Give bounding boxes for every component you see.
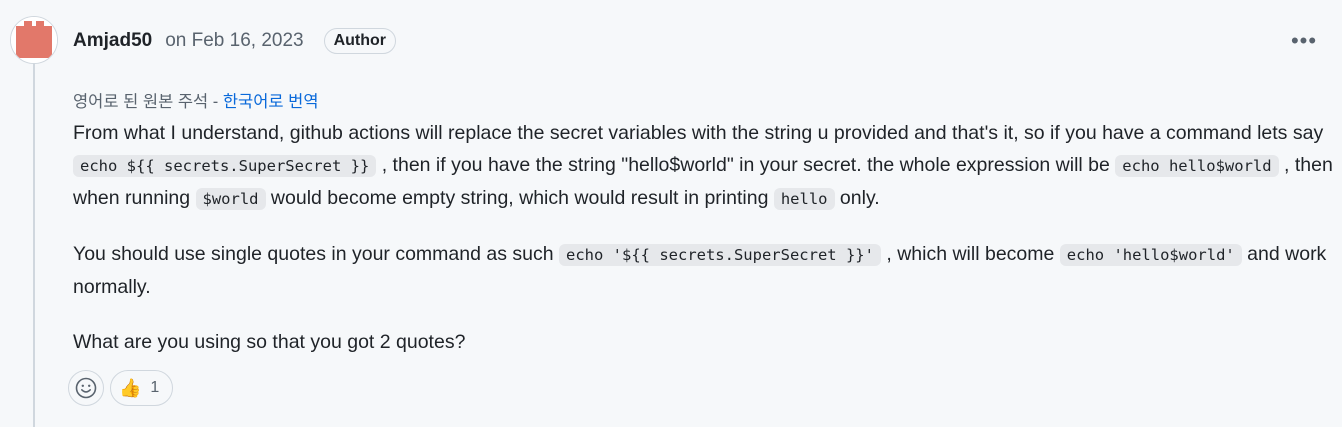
translate-link[interactable]: 한국어로 번역 — [223, 93, 319, 111]
p1-text-5: only. — [834, 187, 880, 209]
p1-code-4: hello — [773, 188, 835, 210]
p2-text-1: You should use single quotes in your com… — [73, 243, 559, 265]
translation-notice: 영어로 된 원본 주석 - 한국어로 번역 — [73, 90, 1335, 114]
paragraph-3: What are you using so that you got 2 quo… — [73, 326, 1335, 358]
timestamp[interactable]: on Feb 16, 2023 — [165, 30, 303, 52]
comment-header: Amjad50 on Feb 16, 2023 Author ••• — [73, 26, 1322, 56]
smiley-icon — [75, 377, 97, 399]
p2-text-2: , which will become — [880, 243, 1060, 265]
p1-code-3: $world — [195, 188, 266, 210]
kebab-horizontal-icon: ••• — [1290, 28, 1318, 53]
p1-text-1: From what I understand, github actions w… — [73, 122, 1324, 144]
p2-code-1: echo '${{ secrets.SuperSecret }}' — [559, 244, 881, 266]
discussion-comment: Amjad50 on Feb 16, 2023 Author ••• 영어로 된… — [0, 0, 1342, 427]
reactions-bar: 👍 1 — [68, 370, 174, 406]
more-options-button[interactable]: ••• — [1289, 26, 1319, 56]
p2-code-2: echo 'hello$world' — [1059, 244, 1242, 266]
translation-prefix: 영어로 된 원본 주석 - — [73, 93, 223, 111]
author-name[interactable]: Amjad50 — [73, 30, 152, 52]
p1-code-2: echo hello$world — [1115, 155, 1279, 177]
p1-code-1: echo ${{ secrets.SuperSecret }} — [73, 155, 377, 177]
comment-body: 영어로 된 원본 주석 - 한국어로 번역 From what I unders… — [73, 90, 1335, 381]
timeline-line — [33, 60, 35, 427]
paragraph-1: From what I understand, github actions w… — [73, 117, 1335, 215]
reaction-thumbs-up[interactable]: 👍 1 — [110, 370, 174, 406]
p3-text-1: What are you using so that you got 2 quo… — [73, 331, 466, 353]
p1-text-2: , then if you have the string "hello$wor… — [376, 154, 1116, 176]
paragraph-2: You should use single quotes in your com… — [73, 238, 1335, 303]
reaction-count: 1 — [150, 379, 160, 396]
identicon-icon — [11, 17, 57, 63]
thumbs-up-icon: 👍 — [119, 378, 142, 398]
author-badge: Author — [323, 28, 397, 54]
avatar[interactable] — [10, 16, 58, 64]
add-reaction-button[interactable] — [68, 370, 104, 406]
p1-text-4: would become empty string, which would r… — [265, 187, 774, 209]
